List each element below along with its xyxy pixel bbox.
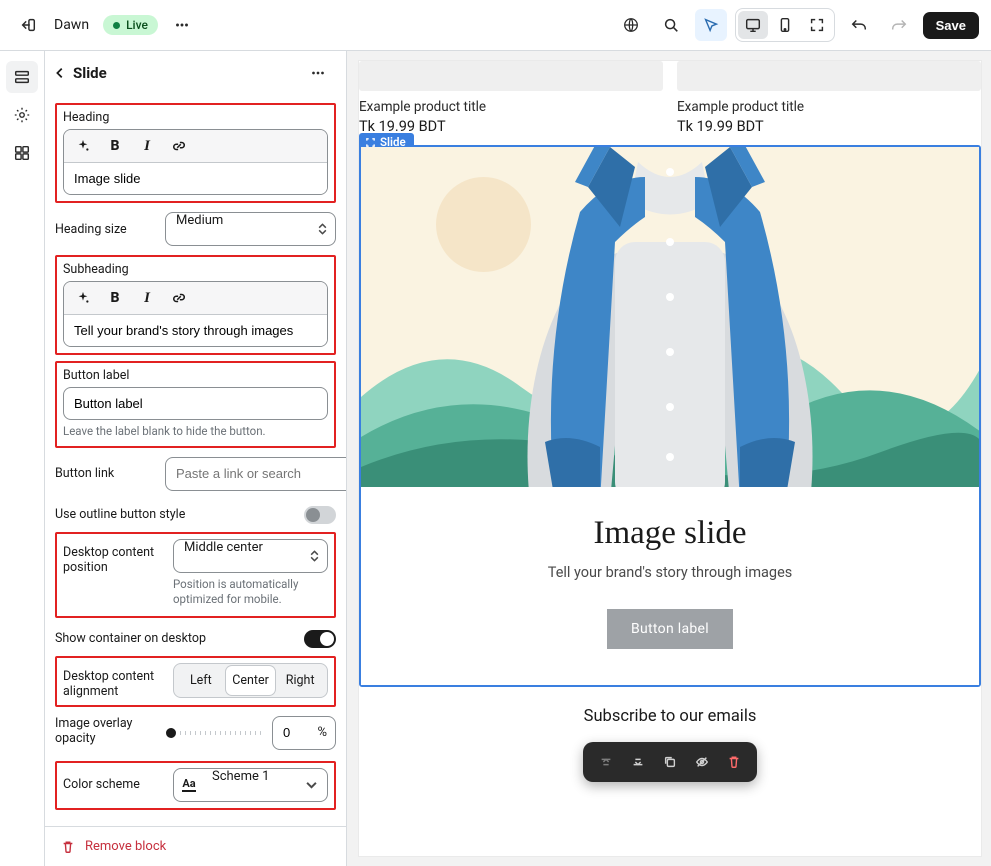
preview-canvas: Example product title Tk 19.99 BDT Examp… <box>359 61 981 856</box>
opacity-unit: % <box>317 725 327 740</box>
color-scheme-group: Color scheme Aa Scheme 1 <box>55 761 336 810</box>
product-image-placeholder <box>359 61 663 91</box>
product-card[interactable]: Example product title Tk 19.99 BDT <box>359 61 663 135</box>
button-label-input[interactable] <box>63 387 328 420</box>
subheading-input[interactable] <box>64 315 327 346</box>
hide-button[interactable] <box>687 748 717 776</box>
show-container-toggle[interactable] <box>304 630 336 648</box>
app-embeds-rail-button[interactable] <box>6 137 38 169</box>
heading-size-label: Heading size <box>55 222 155 237</box>
alignment-label: Desktop content alignment <box>63 663 163 699</box>
desktop-position-hint: Position is automatically optimized for … <box>173 577 328 608</box>
slide-section[interactable]: Slide <box>359 145 981 687</box>
slide-cta-button[interactable]: Button label <box>607 609 733 649</box>
button-link-input-wrap[interactable] <box>165 457 346 491</box>
subheading-italic-button[interactable]: I <box>132 285 162 311</box>
product-row: Example product title Tk 19.99 BDT Examp… <box>359 61 981 145</box>
heading-link-button[interactable] <box>164 133 194 159</box>
heading-bold-button[interactable]: B <box>100 133 130 159</box>
slide-text-block: Image slide Tell your brand's story thro… <box>361 487 979 685</box>
scheme-icon: Aa <box>182 778 196 792</box>
viewport-group <box>735 8 835 42</box>
button-label-hint: Leave the label blank to hide the button… <box>63 424 328 440</box>
desktop-position-select[interactable]: Middle center <box>173 539 328 573</box>
alignment-right[interactable]: Right <box>275 666 325 695</box>
opacity-number-input[interactable]: % <box>272 716 336 750</box>
button-label-label: Button label <box>63 368 328 383</box>
subheading-link-button[interactable] <box>164 285 194 311</box>
sidebar-title: Slide <box>73 64 107 82</box>
product-price: Tk 19.99 BDT <box>677 118 981 135</box>
person-illustration <box>460 147 880 487</box>
subheading-bold-button[interactable]: B <box>100 285 130 311</box>
opacity-slider[interactable] <box>165 731 262 735</box>
show-container-label: Show container on desktop <box>55 631 206 646</box>
sidebar-back-button[interactable]: Slide <box>53 64 107 82</box>
product-title: Example product title <box>359 99 663 115</box>
product-image-placeholder <box>677 61 981 91</box>
sections-rail-button[interactable] <box>6 61 38 93</box>
left-rail <box>0 50 45 866</box>
product-card[interactable]: Example product title Tk 19.99 BDT <box>677 61 981 135</box>
move-up-button[interactable] <box>591 748 621 776</box>
product-title: Example product title <box>677 99 981 115</box>
theme-settings-rail-button[interactable] <box>6 99 38 131</box>
theme-more-menu[interactable] <box>166 9 198 41</box>
scheme-select[interactable]: Aa Scheme 1 <box>173 768 328 802</box>
save-button[interactable]: Save <box>923 12 979 39</box>
inspector-toggle[interactable] <box>695 9 727 41</box>
slide-heading: Image slide <box>381 515 959 552</box>
move-down-button[interactable] <box>623 748 653 776</box>
alignment-center[interactable]: Center <box>226 666 276 695</box>
settings-sidebar: Slide Heading B I <box>45 50 347 866</box>
redo-button[interactable] <box>883 9 915 41</box>
undo-button[interactable] <box>843 9 875 41</box>
exit-editor-button[interactable] <box>12 9 44 41</box>
viewport-mobile[interactable] <box>770 11 800 39</box>
subheading-label: Subheading <box>63 262 328 277</box>
viewport-fullscreen[interactable] <box>802 11 832 39</box>
heading-input[interactable] <box>64 163 327 194</box>
sidebar-more-menu[interactable] <box>302 57 334 89</box>
heading-field-group: Heading B I <box>55 103 336 203</box>
theme-status-pill: Live <box>103 15 158 35</box>
duplicate-button[interactable] <box>655 748 685 776</box>
newsletter-heading: Subscribe to our emails <box>359 687 981 726</box>
opacity-thumb[interactable] <box>164 726 178 740</box>
preview-pane: Example product title Tk 19.99 BDT Examp… <box>347 50 991 866</box>
slide-subheading: Tell your brand's story through images <box>381 564 959 581</box>
theme-name: Dawn <box>54 17 89 33</box>
delete-button[interactable] <box>719 748 749 776</box>
scheme-label: Color scheme <box>63 777 163 792</box>
localize-button[interactable] <box>615 9 647 41</box>
button-label-field-group: Button label Leave the label blank to hi… <box>55 361 336 448</box>
heading-label: Heading <box>63 110 328 125</box>
subheading-ai-icon[interactable] <box>68 285 98 311</box>
desktop-position-label: Desktop content position <box>63 539 163 575</box>
search-button[interactable] <box>655 9 687 41</box>
alignment-group: Desktop content alignment Left Center Ri… <box>55 656 336 707</box>
desktop-position-group: Desktop content position Middle center P… <box>55 532 336 618</box>
opacity-label: Image overlay opacity <box>55 716 155 746</box>
status-label: Live <box>126 18 148 32</box>
heading-size-select[interactable]: Medium <box>165 212 336 246</box>
alignment-left[interactable]: Left <box>176 666 226 695</box>
button-link-input[interactable] <box>166 458 346 490</box>
outline-toggle-label: Use outline button style <box>55 507 185 522</box>
subheading-field-group: Subheading B I <box>55 255 336 355</box>
remove-block-button[interactable]: Remove block <box>45 826 346 866</box>
section-floating-toolbar <box>583 742 757 782</box>
outline-toggle[interactable] <box>304 506 336 524</box>
hero-image <box>361 147 979 487</box>
heading-ai-icon[interactable] <box>68 133 98 159</box>
heading-italic-button[interactable]: I <box>132 133 162 159</box>
alignment-segmented: Left Center Right <box>173 663 328 698</box>
button-link-label: Button link <box>55 466 155 481</box>
viewport-desktop[interactable] <box>738 11 768 39</box>
top-bar: Dawn Live <box>0 0 991 50</box>
